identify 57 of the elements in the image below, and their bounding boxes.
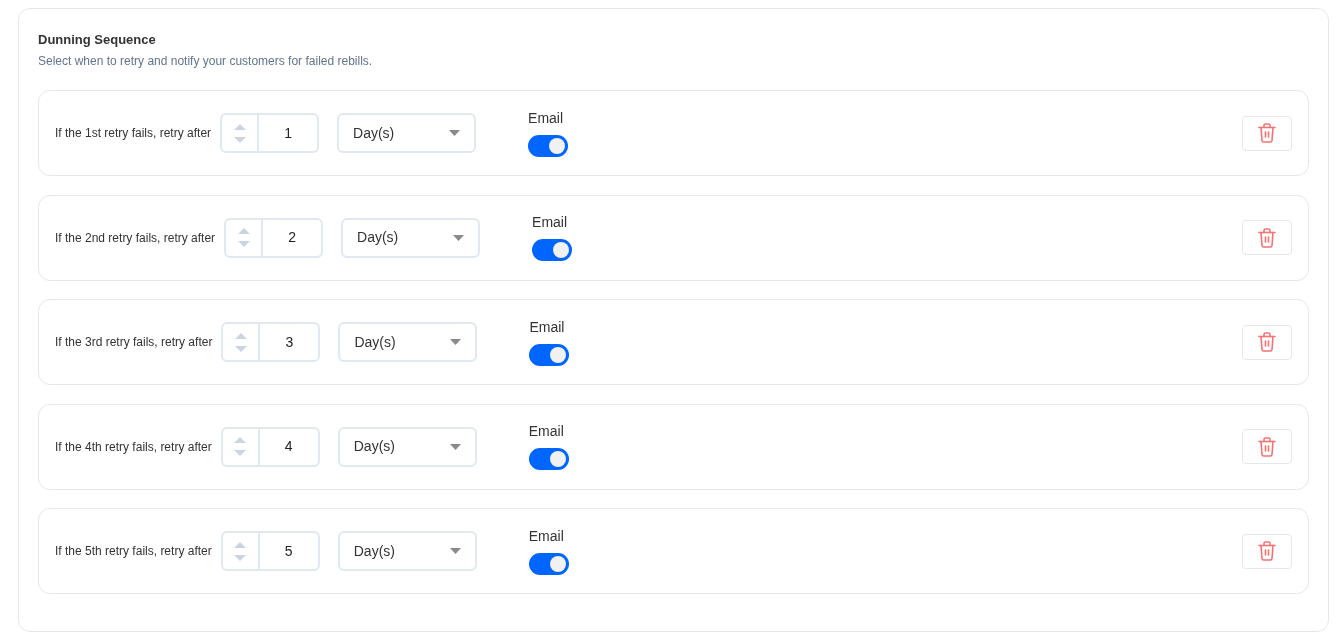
number-value[interactable]: 5 (259, 533, 318, 569)
email-toggle[interactable] (528, 552, 569, 575)
delete-button[interactable] (1242, 115, 1292, 151)
retry-label: If the 4th retry fails, retry after (55, 438, 212, 456)
caret-down-icon[interactable] (234, 345, 247, 352)
trash-icon (1258, 541, 1276, 561)
unit-dropdown[interactable]: Day(s) (337, 531, 477, 571)
caret-down-icon[interactable] (233, 136, 246, 143)
trash-icon (1258, 123, 1276, 143)
caret-down-icon (449, 130, 461, 136)
section-subtitle: Select when to retry and notify your customers for failed rebills. (38, 53, 374, 69)
number-stepper[interactable]: 4 (220, 426, 320, 467)
caret-up-icon[interactable] (234, 541, 247, 548)
toggle-label: Email (528, 109, 564, 127)
caret-down-icon[interactable] (234, 450, 247, 456)
number-value[interactable]: 3 (260, 324, 319, 360)
unit-dropdown[interactable]: Day(s) (337, 426, 477, 467)
delete-button[interactable] (1242, 324, 1292, 360)
toggle-label: Email (528, 423, 564, 440)
delete-button[interactable] (1242, 220, 1292, 255)
caret-up-icon[interactable] (237, 228, 250, 234)
retry-label: If the 2nd retry fails, retry after (55, 229, 216, 247)
number-value[interactable]: 4 (259, 428, 318, 465)
caret-down-icon (449, 548, 461, 554)
toggle-label: Email (528, 527, 564, 545)
retry-label: If the 5th retry fails, retry after (55, 543, 212, 560)
toggle-label: Email (532, 214, 568, 231)
caret-down-icon (449, 443, 461, 450)
email-toggle[interactable] (529, 343, 570, 366)
email-toggle[interactable] (528, 134, 569, 157)
retry-label: If the 3rd retry fails, retry after (55, 334, 213, 351)
email-toggle[interactable] (532, 239, 573, 261)
caret-down-icon[interactable] (234, 554, 247, 561)
caret-down-icon[interactable] (237, 241, 250, 247)
delete-button[interactable] (1242, 533, 1292, 569)
caret-up-icon[interactable] (234, 437, 247, 443)
caret-up-icon[interactable] (234, 332, 247, 339)
number-value[interactable]: 1 (259, 115, 318, 151)
section-title: Dunning Sequence (38, 32, 157, 48)
trash-icon (1258, 436, 1276, 457)
caret-down-icon (453, 234, 465, 241)
unit-dropdown[interactable]: Day(s) (337, 113, 477, 153)
unit-dropdown[interactable]: Day(s) (338, 322, 478, 362)
retry-label: If the 1st retry fails, retry after (55, 125, 212, 142)
caret-down-icon (450, 339, 462, 345)
toggle-label: Email (529, 318, 565, 336)
email-toggle[interactable] (528, 448, 569, 470)
number-value[interactable]: 2 (263, 219, 322, 256)
caret-up-icon[interactable] (233, 123, 246, 130)
trash-icon (1258, 332, 1276, 352)
number-stepper[interactable]: 5 (220, 531, 320, 571)
delete-button[interactable] (1242, 429, 1292, 464)
unit-dropdown[interactable]: Day(s) (341, 217, 481, 258)
number-stepper[interactable]: 3 (221, 322, 321, 362)
trash-icon (1258, 227, 1276, 248)
number-stepper[interactable]: 2 (224, 217, 324, 258)
number-stepper[interactable]: 1 (220, 113, 320, 153)
